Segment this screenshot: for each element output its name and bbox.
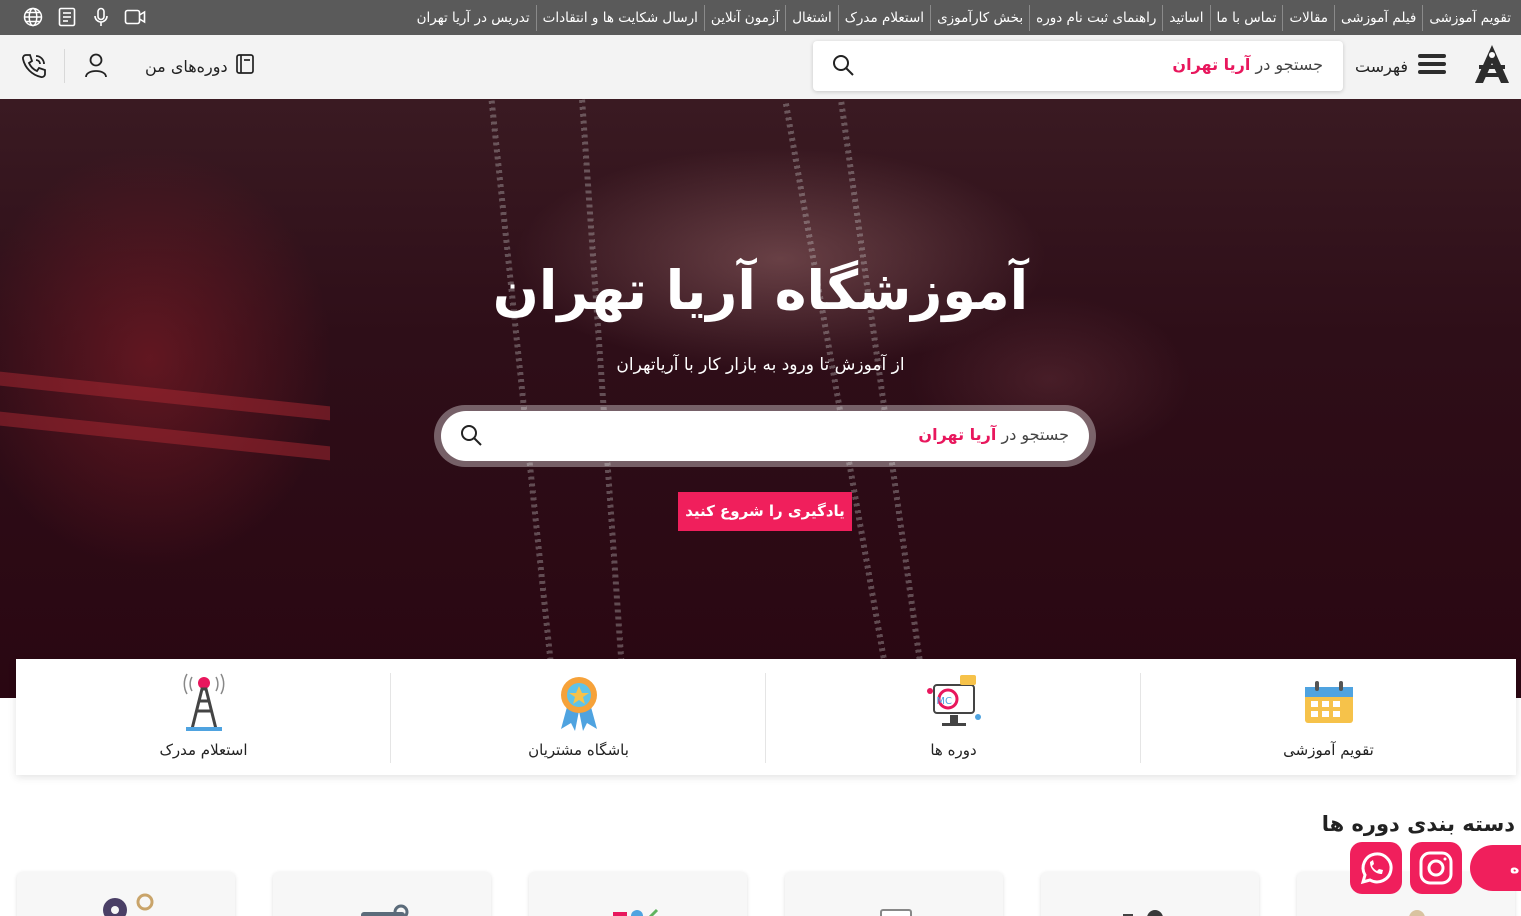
search-icon[interactable] <box>831 53 855 81</box>
hero-decoration <box>0 371 330 421</box>
floating-contact-button[interactable]: ه <box>1470 845 1521 891</box>
feature-customer-club[interactable]: باشگاه مشتریان <box>391 659 766 775</box>
calendar-icon <box>1297 671 1361 735</box>
whatsapp-icon <box>1360 852 1393 885</box>
search-icon[interactable] <box>459 423 483 451</box>
hamburger-icon <box>1418 52 1446 80</box>
site-logo[interactable] <box>1471 43 1513 89</box>
top-nav-online-exam[interactable]: آزمون آنلاین <box>703 4 785 31</box>
microphone-icon[interactable] <box>90 6 112 28</box>
gear-icon <box>103 893 154 916</box>
category-illustration-icon <box>1123 910 1163 916</box>
medal-icon <box>547 671 611 735</box>
book-icon <box>234 53 256 79</box>
start-learning-button[interactable]: یادگیری را شروع کنید <box>678 492 852 531</box>
user-icon[interactable] <box>84 52 108 82</box>
menu-label: فهرست <box>1355 56 1408 76</box>
category-illustration-icon <box>613 908 659 916</box>
top-nav: تقویم آموزشی فیلم آموزشی مقالات تماس با … <box>411 0 1517 35</box>
feature-calendar[interactable]: تقویم آموزشی <box>1141 659 1516 775</box>
globe-icon[interactable] <box>22 6 44 28</box>
top-bar: تقویم آموزشی فیلم آموزشی مقالات تماس با … <box>0 0 1521 35</box>
top-nav-videos[interactable]: فیلم آموزشی <box>1334 4 1422 31</box>
top-nav-employment[interactable]: اشتغال <box>785 4 838 31</box>
document-icon[interactable] <box>56 6 78 28</box>
my-courses-link[interactable]: دوره‌های من <box>145 53 256 79</box>
top-nav-articles[interactable]: مقالات <box>1282 4 1334 31</box>
courses-icon: MC <box>922 671 986 735</box>
top-nav-complaints[interactable]: ارسال شکایت ها و انتقادات <box>535 4 704 31</box>
hero-banner <box>0 99 1521 698</box>
whatsapp-button[interactable] <box>1350 842 1402 894</box>
main-header: فهرست جستجو در آریا تهران دوره‌های من <box>0 35 1521 99</box>
hero-decoration <box>488 100 558 698</box>
categories-title: دسته بندی دوره ها <box>1321 812 1515 836</box>
header-search-placeholder: جستجو در آریا تهران <box>1172 55 1323 74</box>
phone-icon[interactable] <box>20 52 48 84</box>
feature-certificate-inquiry-label: استعلام مدرک <box>159 741 248 759</box>
category-card[interactable] <box>273 872 491 916</box>
hero-decoration <box>838 101 928 697</box>
hero-search-input[interactable]: جستجو در آریا تهران <box>441 411 1089 461</box>
tower-icon <box>172 671 236 735</box>
my-courses-label: دوره‌های من <box>145 56 228 76</box>
instagram-button[interactable] <box>1410 842 1462 894</box>
top-nav-internship[interactable]: بخش کارآموزی <box>930 4 1029 31</box>
video-icon[interactable] <box>124 6 146 28</box>
category-card[interactable] <box>529 872 747 916</box>
feature-certificate-inquiry[interactable]: استعلام مدرک <box>16 659 391 775</box>
top-icons <box>22 4 146 30</box>
category-card[interactable] <box>1041 872 1259 916</box>
hero-decoration <box>782 103 894 695</box>
header-divider <box>64 49 65 83</box>
category-card[interactable] <box>17 872 235 916</box>
menu-button[interactable]: فهرست <box>1355 49 1446 83</box>
top-nav-registration-guide[interactable]: راهنمای ثبت نام دوره <box>1029 4 1162 31</box>
top-nav-teachers[interactable]: اساتید <box>1162 4 1209 31</box>
feature-customer-club-label: باشگاه مشتریان <box>528 741 629 759</box>
category-illustration-icon <box>880 909 912 916</box>
top-nav-certificate-inquiry[interactable]: استعلام مدرک <box>837 4 930 31</box>
svg-text:MC: MC <box>936 696 952 707</box>
feature-cards: تقویم آموزشی MC دوره ها باشگاه مشتریان ا… <box>16 659 1516 775</box>
feature-calendar-label: تقویم آموزشی <box>1283 741 1374 759</box>
hero-title: آموزشگاه آریا تهران <box>492 259 1029 322</box>
top-nav-calendar[interactable]: تقویم آموزشی <box>1422 4 1517 31</box>
hero-subtitle: از آموزش تا ورود به بازار کار با آریاتهر… <box>616 355 905 375</box>
hero-decoration <box>0 411 330 461</box>
top-nav-contact[interactable]: تماس با ما <box>1209 4 1283 31</box>
header-search-input[interactable]: جستجو در آریا تهران <box>813 41 1343 91</box>
top-nav-teach-with-us[interactable]: تدریس در آریا تهران <box>411 5 536 31</box>
feature-courses-label: دوره ها <box>930 741 977 759</box>
instagram-icon <box>1419 851 1453 885</box>
hero-search-placeholder: جستجو در آریا تهران <box>918 425 1069 444</box>
category-card[interactable] <box>785 872 1003 916</box>
category-illustration-icon <box>361 904 409 916</box>
feature-courses[interactable]: MC دوره ها <box>766 659 1141 775</box>
hero-decoration <box>579 99 627 698</box>
